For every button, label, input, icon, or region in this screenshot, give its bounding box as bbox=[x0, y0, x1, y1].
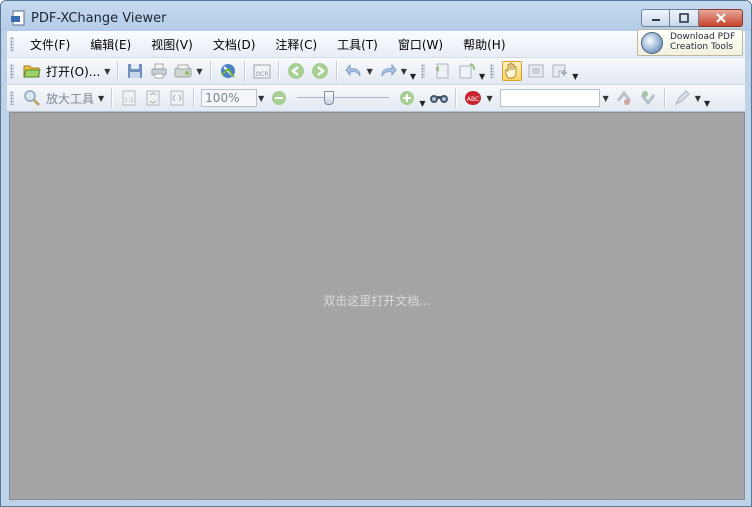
close-button[interactable] bbox=[699, 9, 743, 27]
close-icon bbox=[715, 13, 726, 23]
minimize-icon bbox=[651, 19, 660, 21]
menu-comments[interactable]: 注释(C) bbox=[265, 36, 327, 53]
zoom-in-icon[interactable] bbox=[397, 88, 417, 108]
toolbar-grip[interactable] bbox=[421, 64, 426, 78]
maximize-icon bbox=[679, 13, 689, 23]
search-input[interactable] bbox=[499, 89, 600, 107]
forward-arrow-icon[interactable] bbox=[310, 61, 330, 81]
zoom-slider[interactable] bbox=[297, 88, 390, 108]
separator bbox=[117, 61, 120, 81]
zoom-level-dropdown[interactable]: ▼ bbox=[258, 94, 264, 103]
find-previous-icon[interactable] bbox=[614, 88, 634, 108]
menu-view[interactable]: 视图(V) bbox=[141, 36, 203, 53]
open-document-hint: 双击这里打开文档... bbox=[323, 293, 431, 308]
maximize-button[interactable] bbox=[670, 9, 699, 27]
open-dropdown[interactable]: ▼ bbox=[104, 67, 110, 76]
convert-icon[interactable] bbox=[218, 61, 238, 81]
redo-icon[interactable] bbox=[378, 61, 398, 81]
page-layout-icon[interactable] bbox=[433, 61, 453, 81]
promo-text: Download PDF Creation Tools bbox=[670, 32, 735, 52]
highlight-icon[interactable] bbox=[672, 88, 692, 108]
menu-grip[interactable] bbox=[10, 37, 14, 51]
actual-size-icon[interactable]: 1:1 bbox=[119, 88, 139, 108]
hand-tool-icon[interactable] bbox=[502, 61, 523, 81]
find-next-icon[interactable] bbox=[638, 88, 658, 108]
minimize-button[interactable] bbox=[641, 9, 670, 27]
separator bbox=[193, 88, 196, 108]
separator bbox=[335, 61, 338, 81]
command-area: 文件(F) 编辑(E) 视图(V) 文档(D) 注释(C) 工具(T) 窗口(W… bbox=[7, 29, 745, 112]
title-bar[interactable]: PDF-XChange Viewer bbox=[1, 1, 751, 31]
window-title: PDF-XChange Viewer bbox=[31, 11, 167, 26]
menu-bar: 文件(F) 编辑(E) 视图(V) 文档(D) 注释(C) 工具(T) 窗口(W… bbox=[7, 29, 745, 58]
menu-help[interactable]: 帮助(H) bbox=[453, 36, 515, 53]
toolbar-grip[interactable] bbox=[10, 91, 14, 105]
toolbar-overflow[interactable]: ▼ bbox=[704, 99, 710, 108]
zoom-level-input[interactable]: 100% bbox=[201, 89, 258, 107]
highlight-dropdown[interactable]: ▼ bbox=[695, 94, 701, 103]
menu-window[interactable]: 窗口(W) bbox=[388, 36, 453, 53]
menu-tools[interactable]: 工具(T) bbox=[327, 36, 388, 53]
download-promo-button[interactable]: Download PDF Creation Tools bbox=[637, 29, 743, 56]
undo-icon[interactable] bbox=[344, 61, 364, 81]
binoculars-icon[interactable] bbox=[429, 88, 449, 108]
zoom-out-icon[interactable] bbox=[269, 88, 289, 108]
menu-document[interactable]: 文档(D) bbox=[203, 36, 266, 53]
secondary-toolbar: 放大工具 ▼ 1:1 100% ▼ ▼ ABC ▼ ▼ ▼ ▼ bbox=[7, 85, 745, 112]
zoom-slider-track bbox=[297, 97, 390, 98]
snapshot-icon[interactable] bbox=[550, 61, 570, 81]
toolbar-overflow[interactable]: ▼ bbox=[479, 72, 485, 81]
undo-dropdown[interactable]: ▼ bbox=[367, 67, 373, 76]
zoom-tool-button[interactable]: 放大工具 bbox=[46, 90, 94, 107]
folder-open-icon[interactable] bbox=[22, 61, 42, 81]
ocr-text: OCR bbox=[255, 71, 268, 78]
redo-dropdown[interactable]: ▼ bbox=[401, 67, 407, 76]
spell-check-dropdown[interactable]: ▼ bbox=[486, 94, 492, 103]
spell-check-icon[interactable]: ABC bbox=[463, 88, 483, 108]
select-text-icon[interactable] bbox=[526, 61, 546, 81]
toolbar-grip[interactable] bbox=[490, 64, 495, 78]
search-dropdown[interactable]: ▼ bbox=[603, 94, 609, 103]
rotate-icon[interactable] bbox=[457, 61, 477, 81]
separator bbox=[663, 88, 666, 108]
open-button[interactable]: 打开(O)... bbox=[46, 63, 100, 80]
promo-line2: Creation Tools bbox=[670, 42, 734, 52]
separator bbox=[277, 61, 280, 81]
menu-file[interactable]: 文件(F) bbox=[20, 36, 80, 53]
scan-icon[interactable] bbox=[173, 61, 193, 81]
toolbar-overflow[interactable]: ▼ bbox=[410, 72, 416, 81]
spell-check-text: ABC bbox=[467, 96, 479, 103]
separator bbox=[455, 88, 458, 108]
back-arrow-icon[interactable] bbox=[286, 61, 306, 81]
app-window: PDF-XChange Viewer 文件(F) 编辑(E) 视图(V) 文档(… bbox=[0, 0, 752, 507]
toolbar-grip[interactable] bbox=[10, 64, 14, 78]
ocr-icon[interactable]: OCR bbox=[252, 61, 272, 81]
menu-edit[interactable]: 编辑(E) bbox=[80, 36, 141, 53]
svg-text:1:1: 1:1 bbox=[124, 97, 134, 104]
separator bbox=[209, 61, 212, 81]
fit-page-icon[interactable] bbox=[143, 88, 163, 108]
toolbar-overflow[interactable]: ▼ bbox=[572, 72, 578, 81]
separator bbox=[243, 61, 246, 81]
print-icon[interactable] bbox=[149, 61, 169, 81]
scan-dropdown[interactable]: ▼ bbox=[196, 67, 202, 76]
promo-line1: Download PDF bbox=[670, 32, 736, 42]
separator bbox=[111, 88, 114, 108]
pdf-app-icon bbox=[11, 10, 25, 26]
window-controls bbox=[641, 9, 743, 27]
zoom-tool-dropdown[interactable]: ▼ bbox=[98, 94, 104, 103]
save-icon[interactable] bbox=[125, 61, 145, 81]
zoom-slider-thumb[interactable] bbox=[324, 91, 335, 105]
fit-width-icon[interactable] bbox=[167, 88, 187, 108]
download-promo-icon bbox=[641, 32, 663, 54]
zoom-tool-icon[interactable] bbox=[22, 88, 42, 108]
main-toolbar: 打开(O)... ▼ ▼ OCR ▼ ▼ ▼ ▼ ▼ bbox=[7, 58, 745, 85]
document-area[interactable]: 双击这里打开文档... bbox=[9, 112, 745, 500]
toolbar-overflow[interactable]: ▼ bbox=[419, 99, 425, 108]
